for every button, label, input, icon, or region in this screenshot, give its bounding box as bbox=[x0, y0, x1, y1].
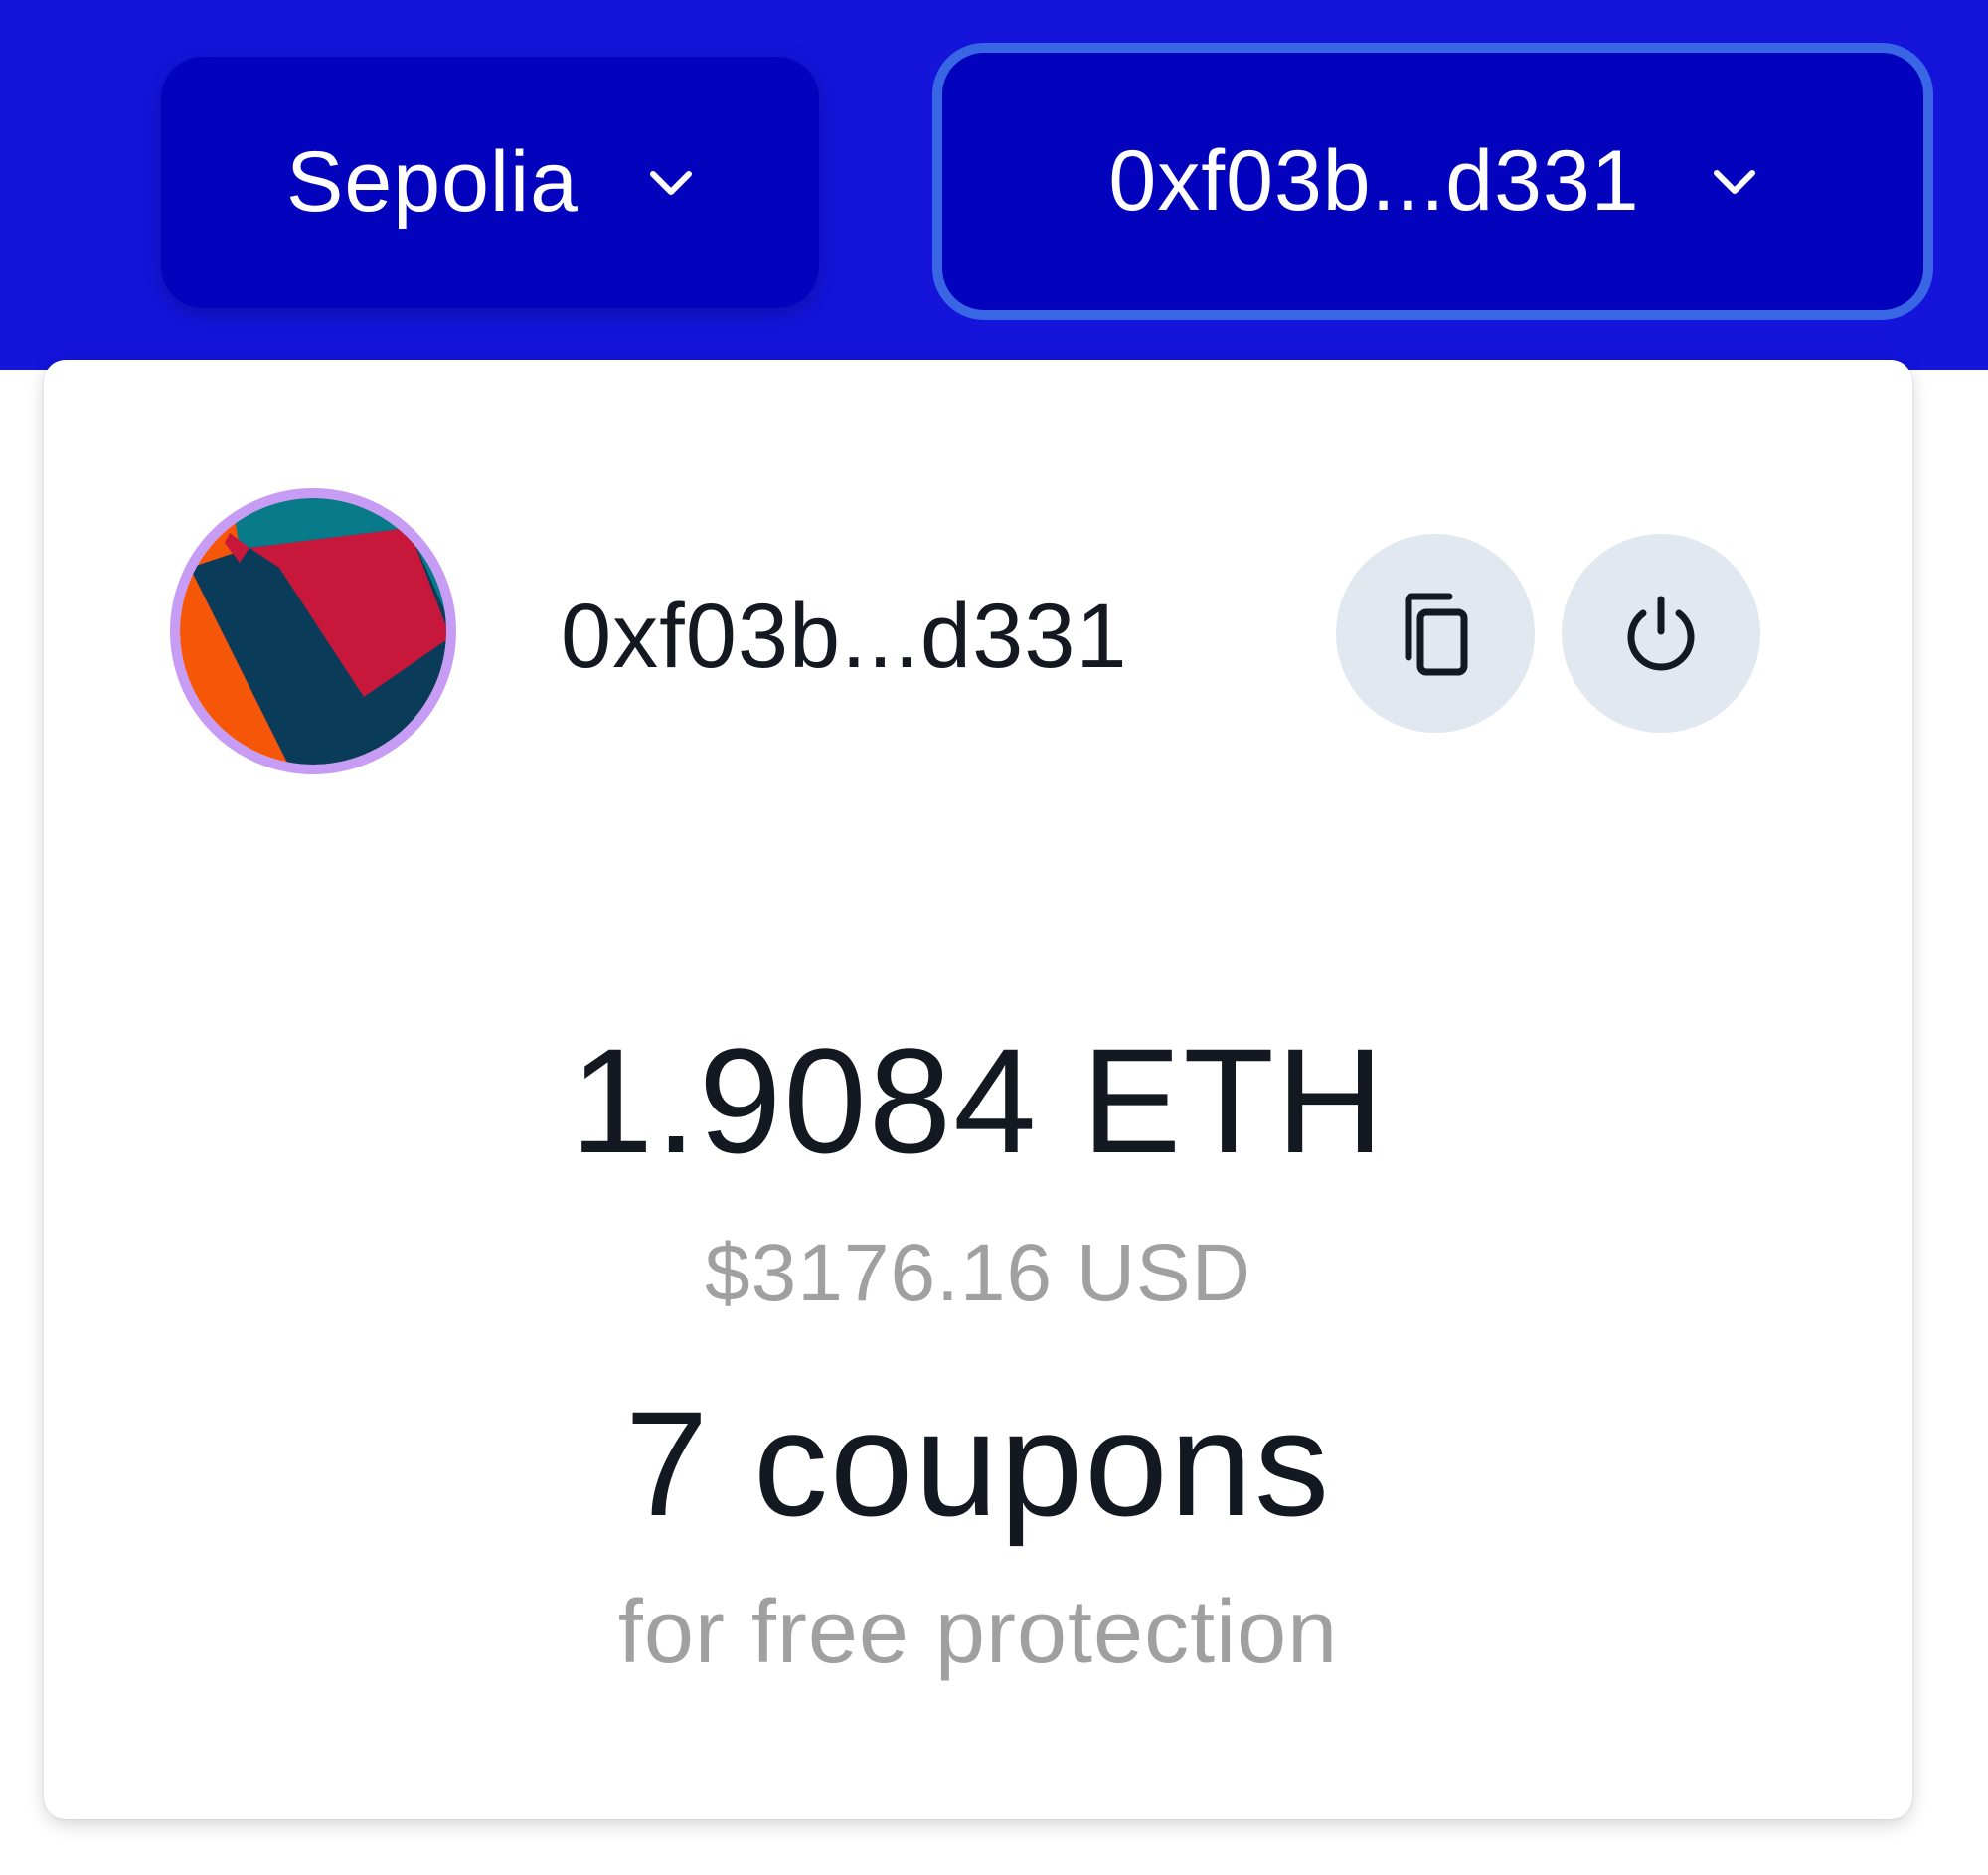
network-selector-button[interactable]: Sepolia bbox=[161, 57, 819, 308]
account-address: 0xf03b...d331 bbox=[561, 586, 1128, 687]
chevron-down-icon bbox=[649, 170, 692, 195]
disconnect-button[interactable] bbox=[1562, 534, 1760, 733]
account-selector-label: 0xf03b...d331 bbox=[1108, 133, 1640, 229]
top-bar: Sepolia 0xf03b...d331 bbox=[0, 0, 1988, 370]
copy-address-button[interactable] bbox=[1336, 534, 1535, 733]
identicon-avatar bbox=[170, 488, 456, 774]
network-selector-label: Sepolia bbox=[286, 134, 579, 230]
coupon-caption: for free protection bbox=[617, 1583, 1339, 1682]
account-selector-button[interactable]: 0xf03b...d331 bbox=[932, 43, 1933, 320]
chevron-down-icon bbox=[1713, 169, 1755, 194]
account-dropdown-card: 0xf03b...d331 1.9084 ETH $3176.16 USD 7 … bbox=[44, 360, 1912, 1819]
coupon-count: 7 coupons bbox=[624, 1380, 1332, 1547]
copy-icon bbox=[1405, 593, 1468, 676]
usd-balance: $3176.16 USD bbox=[705, 1228, 1251, 1318]
eth-balance: 1.9084 ETH bbox=[570, 1017, 1387, 1184]
power-icon bbox=[1627, 596, 1695, 671]
